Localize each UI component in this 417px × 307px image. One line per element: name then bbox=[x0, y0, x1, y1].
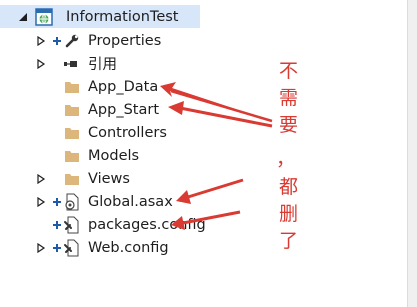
annotation-char: ， bbox=[276, 148, 296, 170]
annotation-char: 都 bbox=[279, 176, 299, 198]
annotation-char: 不 bbox=[279, 60, 299, 82]
arrow-to-global-asax bbox=[176, 178, 244, 204]
arrow-to-packages-config bbox=[171, 210, 241, 230]
annotation-char: 需 bbox=[279, 87, 299, 109]
annotation-char: 要 bbox=[279, 114, 299, 136]
annotation-arrows bbox=[160, 82, 273, 230]
annotation-char: 删 bbox=[279, 203, 299, 225]
annotation-char: 了 bbox=[279, 230, 299, 252]
